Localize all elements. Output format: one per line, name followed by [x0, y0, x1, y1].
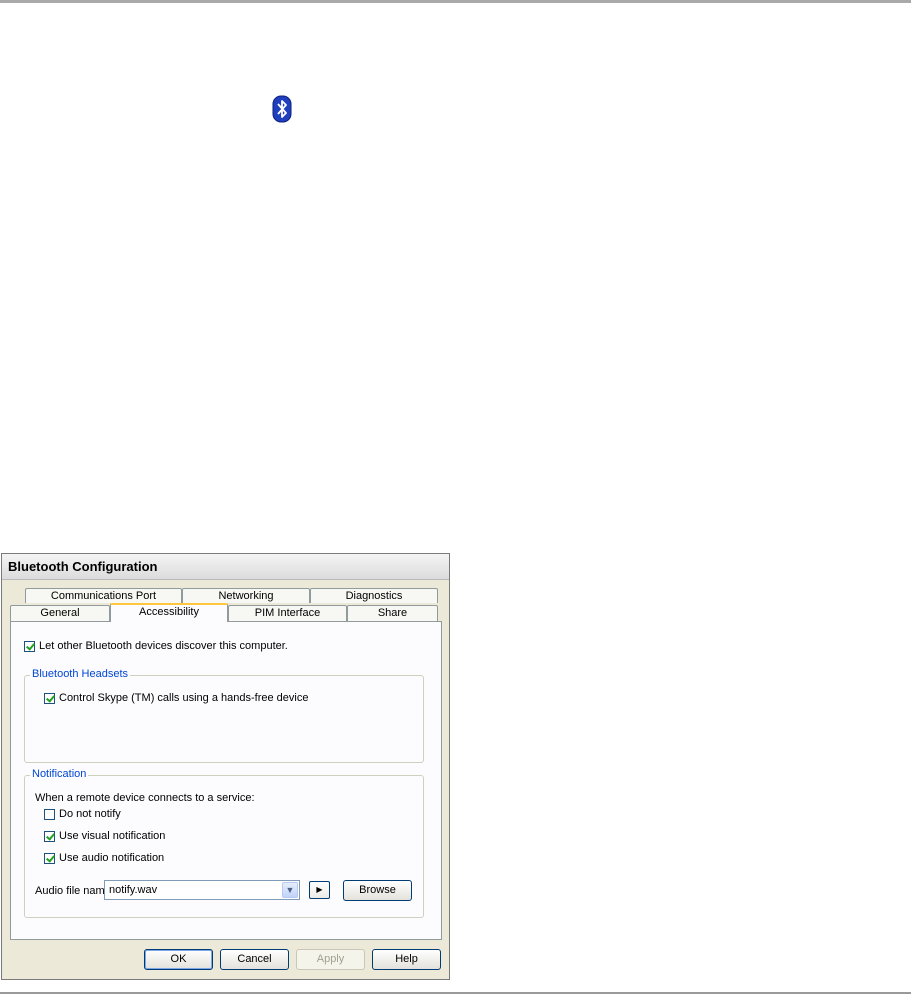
audio-notification-checkbox[interactable]: [44, 853, 55, 864]
tab-general[interactable]: General: [10, 605, 110, 621]
notification-group-title: Notification: [30, 768, 89, 780]
top-rule: [0, 0, 911, 3]
audio-notification-label[interactable]: Use audio notification: [59, 852, 164, 864]
chevron-down-icon[interactable]: ▼: [282, 882, 298, 898]
skype-checkbox[interactable]: [44, 693, 55, 704]
do-not-notify-label[interactable]: Do not notify: [59, 808, 121, 820]
tab-networking[interactable]: Networking: [182, 588, 310, 603]
audio-file-label: Audio file name:: [35, 885, 114, 897]
play-icon[interactable]: ▶: [309, 881, 330, 899]
audio-file-value: notify.wav: [109, 884, 158, 896]
browse-button[interactable]: Browse: [343, 880, 412, 901]
tab-accessibility[interactable]: Accessibility: [110, 603, 228, 622]
tab-diagnostics[interactable]: Diagnostics: [310, 588, 438, 603]
discover-checkbox[interactable]: [24, 641, 35, 652]
tab-communications-port[interactable]: Communications Port: [25, 588, 182, 603]
dialog-title: Bluetooth Configuration: [8, 559, 158, 574]
bottom-rule: [0, 992, 911, 994]
do-not-notify-checkbox[interactable]: [44, 809, 55, 820]
headsets-group: [24, 675, 424, 763]
apply-button[interactable]: Apply: [296, 949, 365, 970]
headsets-group-title: Bluetooth Headsets: [30, 668, 131, 680]
bluetooth-icon: [272, 95, 292, 123]
dialog-titlebar[interactable]: Bluetooth Configuration: [2, 554, 449, 580]
skype-label[interactable]: Control Skype (TM) calls using a hands-f…: [59, 692, 308, 704]
audio-file-combo[interactable]: notify.wav ▼: [104, 880, 300, 900]
cancel-button[interactable]: Cancel: [220, 949, 289, 970]
tab-pim-interface[interactable]: PIM Interface: [228, 605, 347, 621]
tab-share[interactable]: Share: [347, 605, 438, 621]
visual-notification-label[interactable]: Use visual notification: [59, 830, 165, 842]
notification-intro: When a remote device connects to a servi…: [35, 792, 255, 804]
discover-label[interactable]: Let other Bluetooth devices discover thi…: [39, 640, 288, 652]
ok-button[interactable]: OK: [144, 949, 213, 970]
help-button[interactable]: Help: [372, 949, 441, 970]
visual-notification-checkbox[interactable]: [44, 831, 55, 842]
